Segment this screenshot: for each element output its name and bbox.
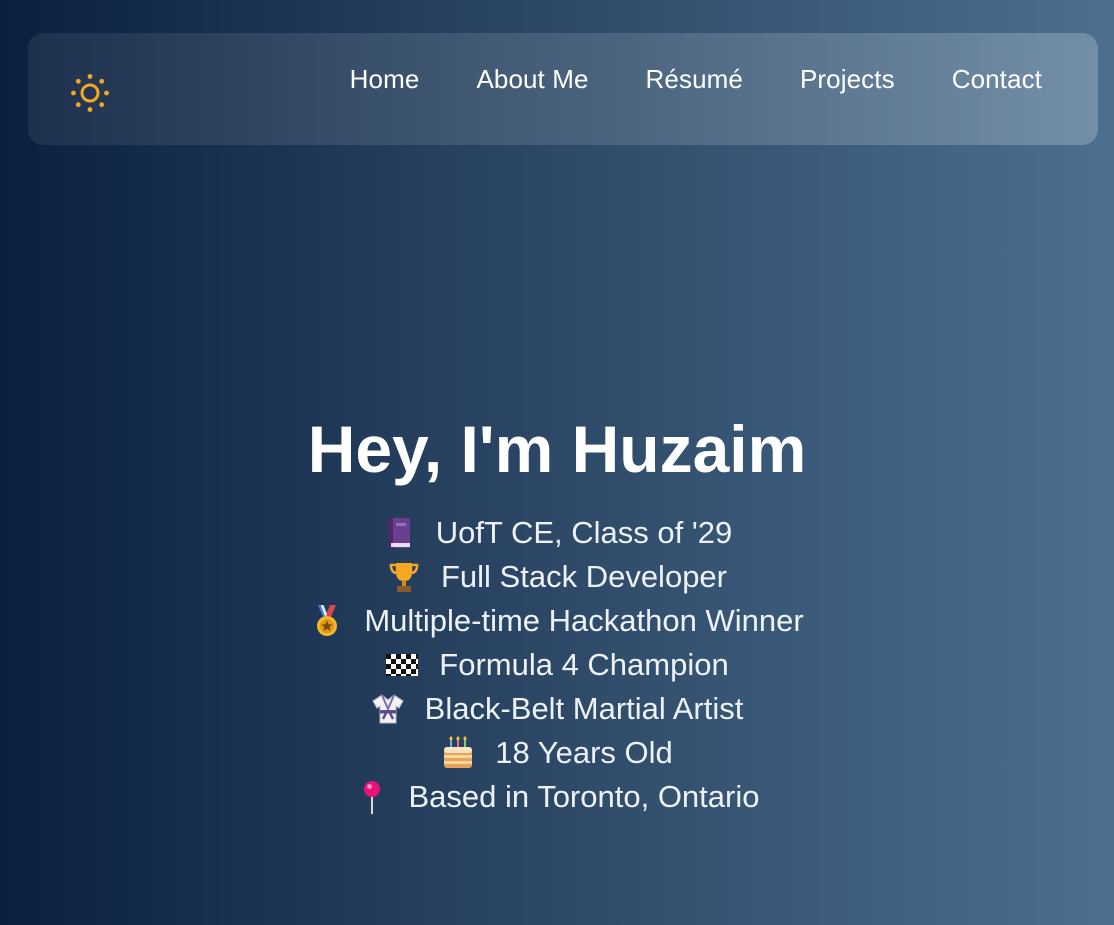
fact-item: Multiple-time Hackathon Winner — [0, 599, 1114, 643]
fact-text: Black-Belt Martial Artist — [424, 691, 744, 726]
hero-title: Hey, I'm Huzaim — [307, 412, 807, 486]
trophy-icon — [387, 560, 421, 594]
nav-link-projects[interactable]: Projects — [800, 64, 895, 95]
birthday-cake-icon — [441, 736, 475, 770]
navbar: Home About Me Résumé Projects Contact — [28, 33, 1098, 145]
fact-text: Full Stack Developer — [440, 559, 727, 594]
nav-link-home[interactable]: Home — [350, 64, 420, 95]
book-icon — [382, 516, 416, 550]
nav-link-about-me[interactable]: About Me — [476, 64, 588, 95]
sun-icon — [71, 74, 109, 112]
fact-text: Multiple-time Hackathon Winner — [364, 603, 804, 638]
nav-links: Home About Me Résumé Projects Contact — [350, 61, 1042, 97]
theme-toggle-button[interactable] — [68, 71, 112, 115]
nav-link-resume[interactable]: Résumé — [646, 64, 743, 95]
fact-item: Full Stack Developer — [0, 555, 1114, 599]
medal-icon — [310, 604, 344, 638]
fact-text: Formula 4 Champion — [439, 647, 729, 682]
martial-arts-uniform-icon — [371, 692, 405, 726]
fact-item: Black-Belt Martial Artist — [0, 687, 1114, 731]
fact-item: Based in Toronto, Ontario — [0, 775, 1114, 819]
fact-text: Based in Toronto, Ontario — [408, 779, 760, 814]
fact-item: Formula 4 Champion — [0, 643, 1114, 687]
fact-item: UofT CE, Class of '29 — [0, 511, 1114, 555]
fact-text: 18 Years Old — [495, 735, 673, 770]
fact-item: 18 Years Old — [0, 731, 1114, 775]
location-pin-icon — [355, 780, 389, 814]
facts-list: UofT CE, Class of '29 Full Stack Develop… — [0, 511, 1114, 819]
checkered-flag-icon — [385, 648, 419, 682]
hero-section: Hey, I'm Huzaim UofT CE, Class of '29 Fu… — [0, 405, 1114, 819]
nav-link-contact[interactable]: Contact — [952, 64, 1042, 95]
fact-text: UofT CE, Class of '29 — [435, 515, 733, 550]
